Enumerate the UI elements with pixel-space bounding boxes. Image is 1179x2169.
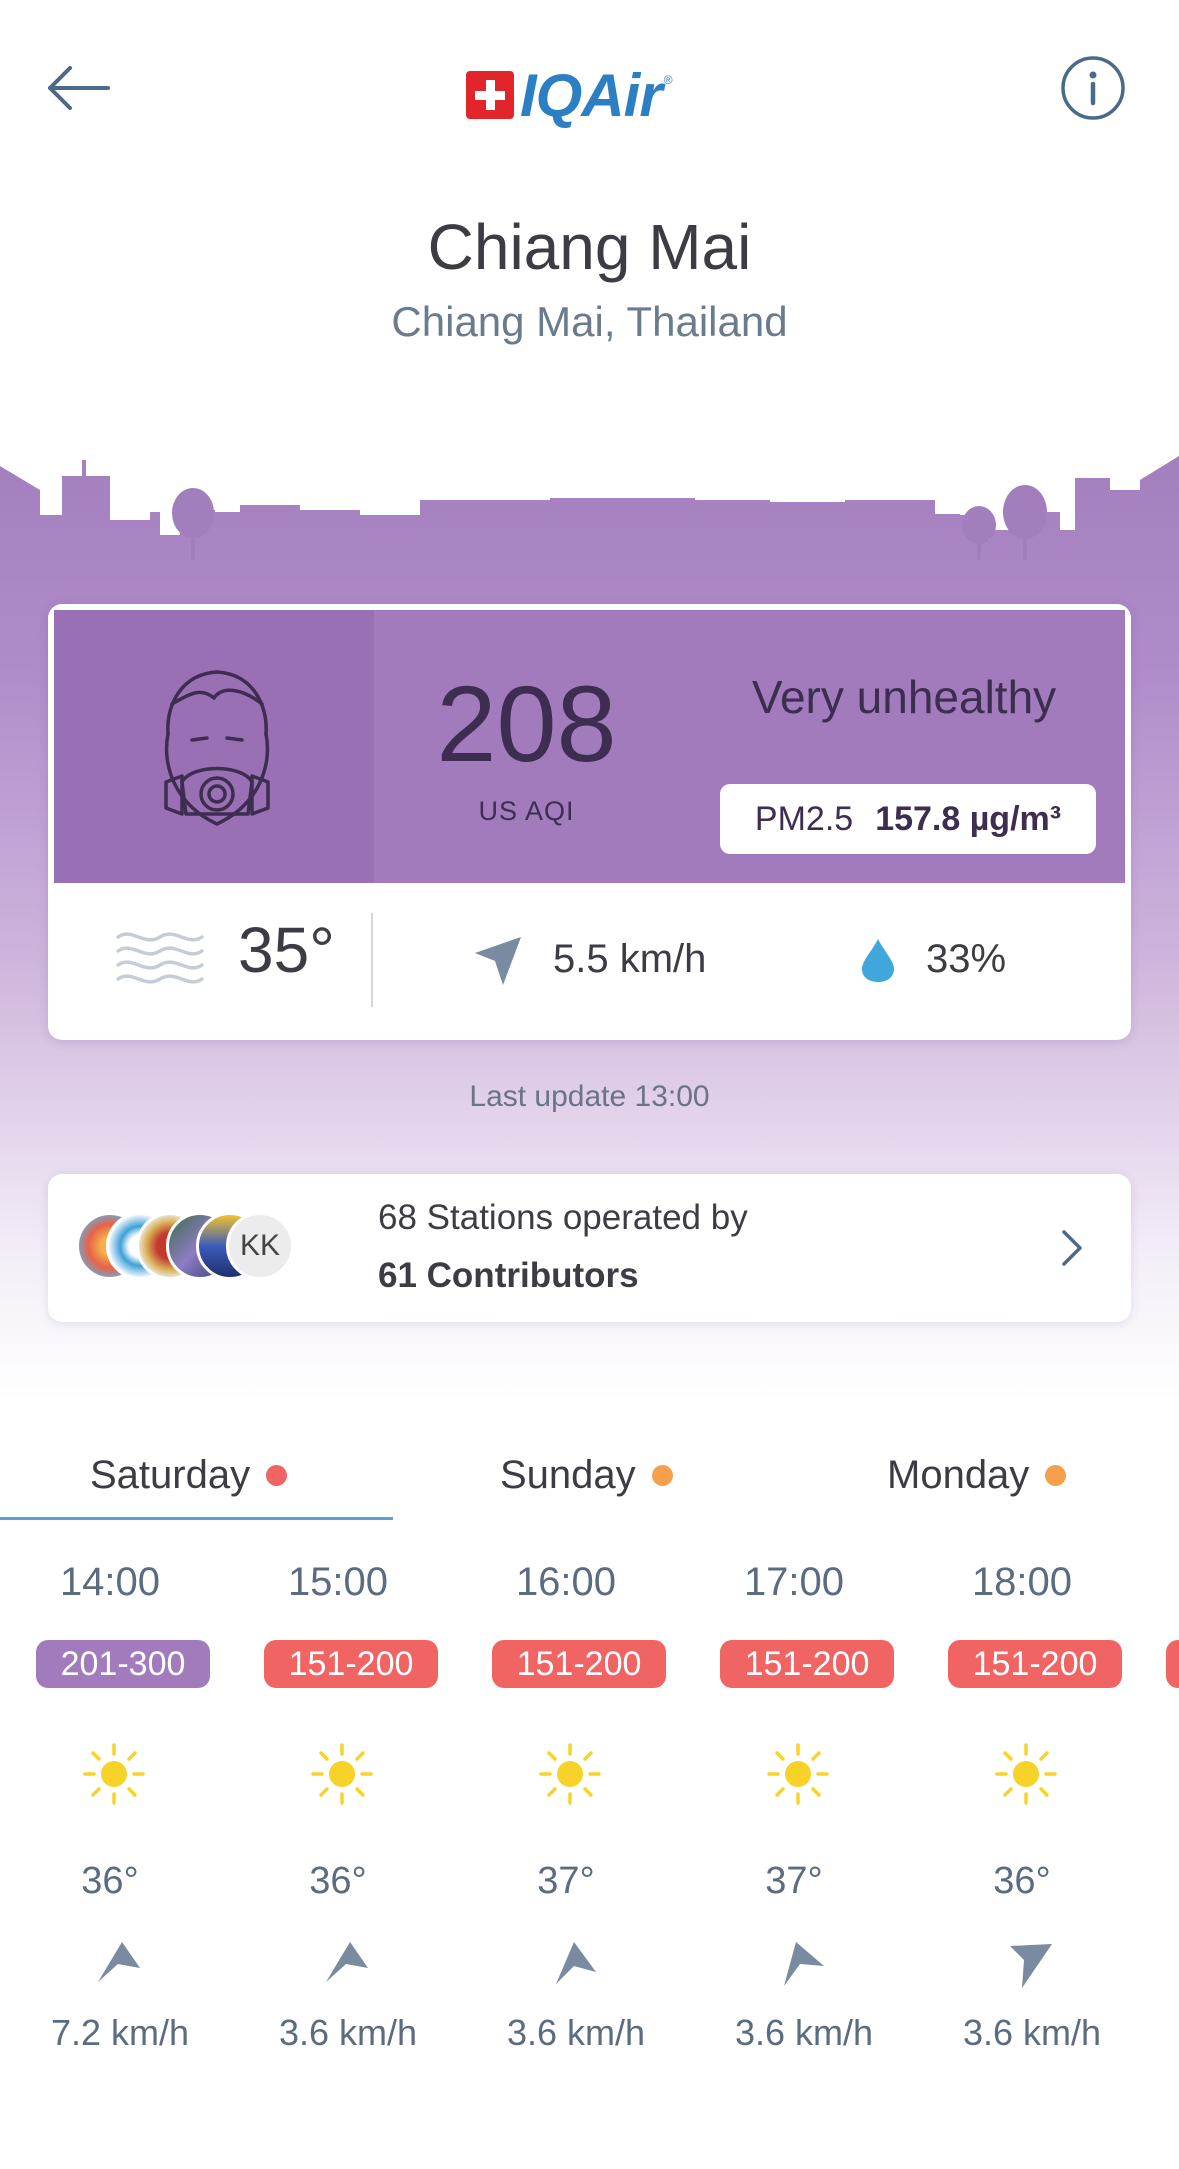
city-skyline-illustration <box>0 440 1179 560</box>
aqi-range-badge: 151-200 <box>720 1640 894 1688</box>
brand-name: IQAir <box>520 61 663 129</box>
chevron-right-icon <box>1062 1230 1082 1266</box>
info-icon <box>1061 56 1125 120</box>
face-mask-icon <box>164 670 270 826</box>
tab-monday[interactable]: Monday <box>887 1430 1067 1520</box>
brand-logo: IQAir ® <box>466 58 673 132</box>
forecast-wind-speed: 3.6 km/h <box>278 2012 418 2053</box>
wind-direction-icon <box>1010 1944 1052 1988</box>
forecast-temperature: 37° <box>537 1860 595 1902</box>
current-humidity: 33% <box>926 937 1007 981</box>
active-tab-indicator <box>0 1517 393 1520</box>
back-button[interactable] <box>40 55 120 125</box>
city-name: Chiang Mai <box>427 211 752 283</box>
contributors-count: 61 Contributors <box>378 1256 639 1295</box>
wind-direction-icon <box>556 1942 596 1984</box>
forecast-wind-speed: 3.6 km/h <box>506 2012 646 2053</box>
wind-direction-icon <box>784 1942 824 1986</box>
aqi-range-badge: 151-200 <box>264 1640 438 1688</box>
main-pollutant-pill: PM2.5 157.8 µg/m³ <box>720 784 1096 854</box>
forecast-wind-speed: 7.2 km/h <box>50 2012 190 2053</box>
arrow-left-icon <box>48 66 110 110</box>
stations-contributors-card[interactable]: KK 68 Stations operated by 61 Contributo… <box>48 1174 1131 1322</box>
aqi-unit: US AQI <box>478 796 575 826</box>
tab-label: Saturday <box>90 1452 251 1497</box>
contributor-avatars: KK <box>76 1212 406 1284</box>
aqi-range-badge-partial <box>1166 1640 1179 1688</box>
wind-direction-icon <box>326 1942 368 1982</box>
tab-saturday[interactable]: Saturday <box>90 1430 288 1520</box>
forecast-hour: 17:00 <box>743 1560 845 1604</box>
stations-count: 68 Stations operated by <box>378 1198 748 1237</box>
sun-icon <box>311 1743 373 1805</box>
tab-label: Sunday <box>500 1452 636 1497</box>
current-wind-speed: 5.5 km/h <box>553 937 707 981</box>
swiss-flag-icon <box>466 71 514 119</box>
sun-icon <box>767 1743 829 1805</box>
forecast-temperature: 36° <box>993 1860 1051 1902</box>
info-button[interactable] <box>1060 55 1126 121</box>
aqi-level-dot <box>1045 1464 1067 1486</box>
sun-icon <box>539 1743 601 1805</box>
forecast-temperature: 36° <box>81 1860 139 1902</box>
wind-direction-icon <box>475 937 521 985</box>
aqi-status: Very unhealthy <box>751 671 1057 723</box>
aqi-summary: 208 US AQI Very unhealthy PM2.5 157.8 µg… <box>54 610 1125 883</box>
forecast-temperature: 36° <box>309 1860 367 1902</box>
aqi-face-panel <box>54 610 374 883</box>
sun-icon <box>995 1743 1057 1805</box>
last-update: Last update 13:00 <box>469 1080 710 1113</box>
aqi-range-badge: 201-300 <box>36 1640 210 1688</box>
forecast-wind-speed: 3.6 km/h <box>962 2012 1102 2053</box>
aqi-value: 208 <box>436 663 617 784</box>
tab-label: Monday <box>887 1452 1030 1497</box>
forecast-hour: 16:00 <box>515 1560 617 1604</box>
wind-direction-icon <box>98 1942 140 1982</box>
aqi-level-dot <box>651 1464 673 1486</box>
forecast-hour: 14:00 <box>59 1560 161 1604</box>
aqi-range-badge: 151-200 <box>492 1640 666 1688</box>
region-name: Chiang Mai, Thailand <box>391 298 788 345</box>
humidity-drop-icon <box>862 939 894 982</box>
divider <box>371 913 373 1007</box>
aqi-card: 208 US AQI Very unhealthy PM2.5 157.8 µg… <box>48 604 1131 1040</box>
sun-icon <box>83 1743 145 1805</box>
current-weather: 35° 5.5 km/h 33% <box>48 883 1131 1040</box>
forecast-wind-speed: 3.6 km/h <box>734 2012 874 2053</box>
forecast-hour: 18:00 <box>971 1560 1073 1604</box>
forecast-temperature: 37° <box>765 1860 823 1902</box>
aqi-range-badge: 151-200 <box>948 1640 1122 1688</box>
current-temperature: 35° <box>238 914 335 986</box>
tab-sunday[interactable]: Sunday <box>500 1430 673 1520</box>
pollutant-name: PM2.5 <box>754 799 854 838</box>
contributor-avatar-initials: KK <box>226 1212 294 1280</box>
forecast-hour: 15:00 <box>287 1560 389 1604</box>
aqi-level-dot <box>266 1464 288 1486</box>
weather-haze-icon <box>116 932 204 984</box>
pollutant-concentration: 157.8 µg/m³ <box>875 799 1062 838</box>
